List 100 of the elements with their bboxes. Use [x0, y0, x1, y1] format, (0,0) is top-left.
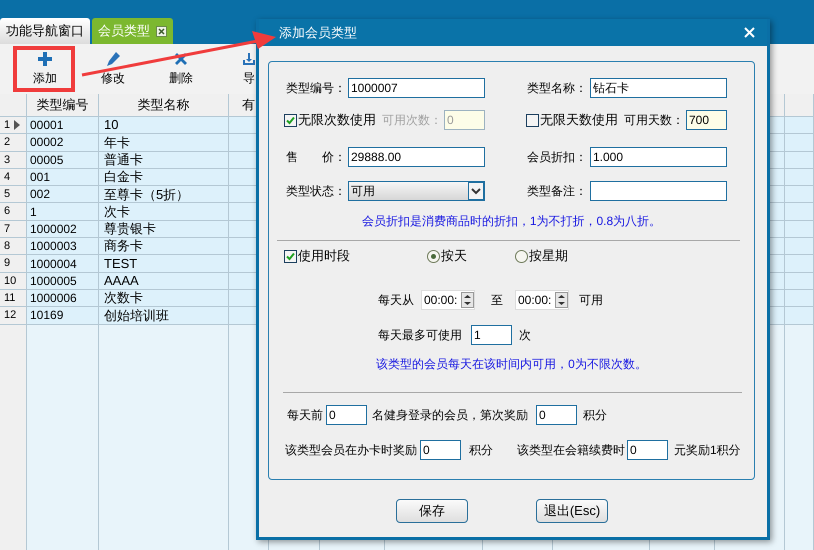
input-field[interactable]: 29888.00: [348, 147, 485, 167]
table-cell: [785, 290, 814, 308]
toolbar-button[interactable]: 删除: [159, 51, 203, 89]
close-icon[interactable]: [156, 26, 167, 36]
table-cell: 年卡: [99, 134, 229, 152]
table-cell: [785, 238, 814, 256]
table-cell: 00002: [27, 134, 99, 152]
plus-icon: [37, 51, 53, 67]
field-label: 类型名称：: [527, 81, 587, 95]
dialog-button[interactable]: 退出(Esc): [536, 499, 608, 523]
status-dropdown[interactable]: 可用: [348, 181, 485, 201]
radio-button[interactable]: [515, 250, 528, 262]
input-field[interactable]: 0: [627, 440, 668, 460]
highlight-frame: [13, 46, 75, 92]
row-number: 12: [3, 308, 16, 324]
hint-text: 该类型的会员每天在该时间内可用，0为不限次数。: [376, 356, 647, 371]
export-icon: [241, 51, 257, 67]
time-spinner[interactable]: 00:00:: [421, 290, 475, 310]
pencil-icon: [105, 51, 121, 67]
table-cell: 002: [27, 186, 99, 204]
field-label: 至: [491, 293, 503, 307]
input-field[interactable]: 1: [471, 325, 512, 345]
row-number: 11: [3, 290, 16, 306]
row-number: 1: [3, 118, 10, 133]
tab[interactable]: 功能导航窗口: [0, 18, 90, 44]
field-label: 次: [519, 328, 531, 342]
row-number: 5: [3, 187, 10, 202]
field-label: 无限次数使用: [298, 111, 376, 130]
table-cell: [785, 117, 814, 134]
table-cell: 普通卡: [99, 152, 229, 169]
row-number: 2: [3, 135, 10, 150]
table-cell: [785, 220, 814, 238]
checkbox[interactable]: [284, 250, 297, 262]
checkbox[interactable]: [526, 114, 539, 126]
table-cell: 1000005: [27, 272, 99, 290]
dialog-title: 添加会员类型: [279, 24, 357, 42]
field-label: 该类型会员在办卡时奖励: [285, 443, 417, 457]
table-cell: [785, 186, 814, 204]
table-cell: 10169: [27, 307, 99, 325]
field-label: 可用: [579, 293, 603, 307]
field-label: 可用次数：: [382, 113, 442, 127]
table-cell: 00001: [27, 117, 99, 134]
table-cell: 1000002: [27, 220, 99, 238]
table-cell: 001: [27, 168, 99, 186]
field-label: 售 价：: [286, 150, 346, 164]
field-label: 该类型在会籍续费时: [517, 443, 625, 457]
spinner-arrows-icon[interactable]: [555, 292, 568, 308]
field-label: 积分: [469, 443, 493, 457]
spinner-arrows-icon[interactable]: [461, 292, 474, 308]
input-field[interactable]: 700: [686, 110, 727, 130]
column-header: 类型编号: [27, 94, 99, 117]
field-label: 每天最多可使用: [378, 328, 462, 342]
table-cell: TEST: [99, 255, 229, 273]
checkbox[interactable]: [284, 114, 297, 126]
radio-button[interactable]: [427, 250, 440, 262]
field-label: 名健身登录的会员，第次奖励: [372, 408, 528, 422]
toolbar-button[interactable]: 导: [227, 51, 271, 89]
table-cell: 10: [99, 117, 229, 134]
table-cell: 尊贵银卡: [99, 220, 229, 238]
table-cell: [785, 203, 814, 221]
field-label: 无限天数使用: [540, 111, 618, 130]
field-label: 按天: [441, 247, 467, 266]
table-cell: [785, 152, 814, 169]
table-cell: 次数卡: [99, 290, 229, 308]
table-cell: 00005: [27, 152, 99, 169]
field-label: 类型状态：: [286, 184, 346, 198]
input-field[interactable]: 1.000: [590, 147, 727, 167]
field-label: 积分: [583, 408, 607, 422]
row-number: 4: [3, 170, 10, 185]
input-field[interactable]: 钻石卡: [590, 78, 727, 98]
time-spinner[interactable]: 00:00:: [515, 290, 569, 310]
table-cell: 至尊卡（5折）: [99, 186, 229, 204]
field-label: 每天前: [287, 408, 323, 422]
table-cell: [785, 307, 814, 325]
table-cell: 商务卡: [99, 238, 229, 256]
input-field[interactable]: 0: [420, 440, 461, 460]
dialog-button[interactable]: 保存: [396, 499, 468, 523]
table-cell: 次卡: [99, 203, 229, 221]
input-field[interactable]: [590, 181, 727, 201]
table-cell: [785, 272, 814, 290]
table-cell: AAAA: [99, 272, 229, 290]
table-cell: 1000004: [27, 255, 99, 273]
table-cell: [785, 168, 814, 186]
field-label: 可用天数：: [624, 113, 684, 127]
input-field[interactable]: 1000007: [348, 78, 485, 98]
table-cell: 1: [27, 203, 99, 221]
table-cell: 1000003: [27, 238, 99, 256]
toolbar-button[interactable]: 添加: [23, 51, 67, 89]
row-number: 10: [3, 274, 16, 289]
table-cell: 1000006: [27, 290, 99, 308]
field-label: 按星期: [529, 247, 568, 266]
row-number: 6: [3, 204, 10, 220]
field-label: 类型编号：: [286, 81, 346, 95]
field-label: 每天从: [378, 293, 414, 307]
input-field[interactable]: 0: [536, 405, 577, 425]
input-field[interactable]: 0: [326, 405, 367, 425]
row-number: 8: [3, 238, 10, 254]
row-number: 7: [3, 222, 10, 237]
toolbar-button[interactable]: 修改: [91, 51, 135, 89]
hint-text: 会员折扣是消费商品时的折扣，1为不打折，0.8为八折。: [362, 213, 662, 228]
